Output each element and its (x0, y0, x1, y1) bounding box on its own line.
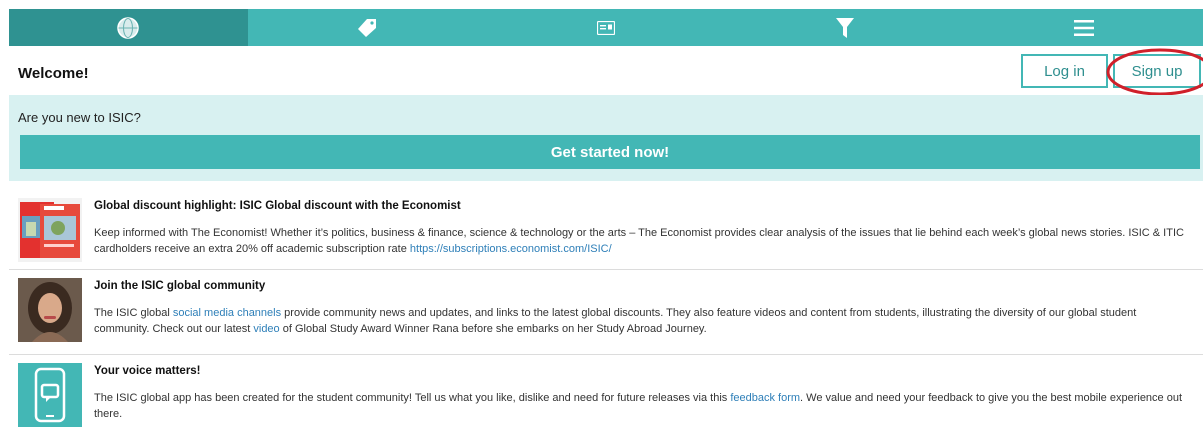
filter-icon (835, 17, 854, 38)
feedback-form-link[interactable]: feedback form (730, 392, 800, 404)
nav-home[interactable] (9, 9, 248, 46)
feed-item-text: of Global Study Award Winner Rana before… (279, 323, 707, 335)
feed-item-text: Keep informed with The Economist! Whethe… (94, 227, 1184, 255)
feed-item-body: The ISIC global social media channels pr… (94, 305, 1194, 337)
feed-item-body: The ISIC global app has been created for… (94, 390, 1194, 422)
get-started-button[interactable]: Get started now! (20, 135, 1200, 169)
phone-chat-thumbnail (18, 363, 82, 427)
welcome-bar: Welcome! Log in Sign up (9, 47, 1203, 96)
social-media-channels-link[interactable]: social media channels (173, 307, 281, 319)
feed-item-title: Join the ISIC global community (94, 280, 266, 292)
hamburger-menu-icon (1073, 19, 1094, 36)
nav-menu[interactable] (964, 9, 1203, 46)
student-portrait-thumbnail (18, 278, 82, 342)
feed-item-text: The ISIC global (94, 307, 173, 319)
page-title: Welcome! (18, 65, 89, 82)
promo-question: Are you new to ISIC? (18, 110, 141, 125)
economist-subscription-link[interactable]: https://subscriptions.economist.com/ISIC… (410, 243, 612, 255)
economist-magazine-thumbnail (18, 198, 82, 262)
feed-item-body: Keep informed with The Economist! Whethe… (94, 225, 1194, 257)
nav-discounts[interactable] (248, 9, 487, 46)
feed-item[interactable]: Your voice matters! The ISIC global app … (9, 355, 1203, 431)
video-link[interactable]: video (253, 323, 279, 335)
feed-item[interactable]: Global discount highlight: ISIC Global d… (9, 190, 1203, 270)
id-card-icon (596, 20, 615, 35)
feed-item-title: Global discount highlight: ISIC Global d… (94, 200, 461, 212)
news-feed: Global discount highlight: ISIC Global d… (9, 190, 1203, 431)
feed-item-text: The ISIC global app has been created for… (94, 392, 731, 404)
new-user-promo: Are you new to ISIC? Get started now! (9, 95, 1203, 181)
globe-logo-icon (117, 16, 140, 39)
feed-item[interactable]: Join the ISIC global community The ISIC … (9, 270, 1203, 355)
feed-item-title: Your voice matters! (94, 365, 201, 377)
nav-filter[interactable] (725, 9, 964, 46)
discount-tag-icon (358, 18, 377, 37)
login-button[interactable]: Log in (1021, 54, 1108, 88)
signup-button[interactable]: Sign up (1113, 54, 1201, 88)
top-navigation (9, 9, 1203, 46)
nav-card[interactable] (487, 9, 726, 46)
